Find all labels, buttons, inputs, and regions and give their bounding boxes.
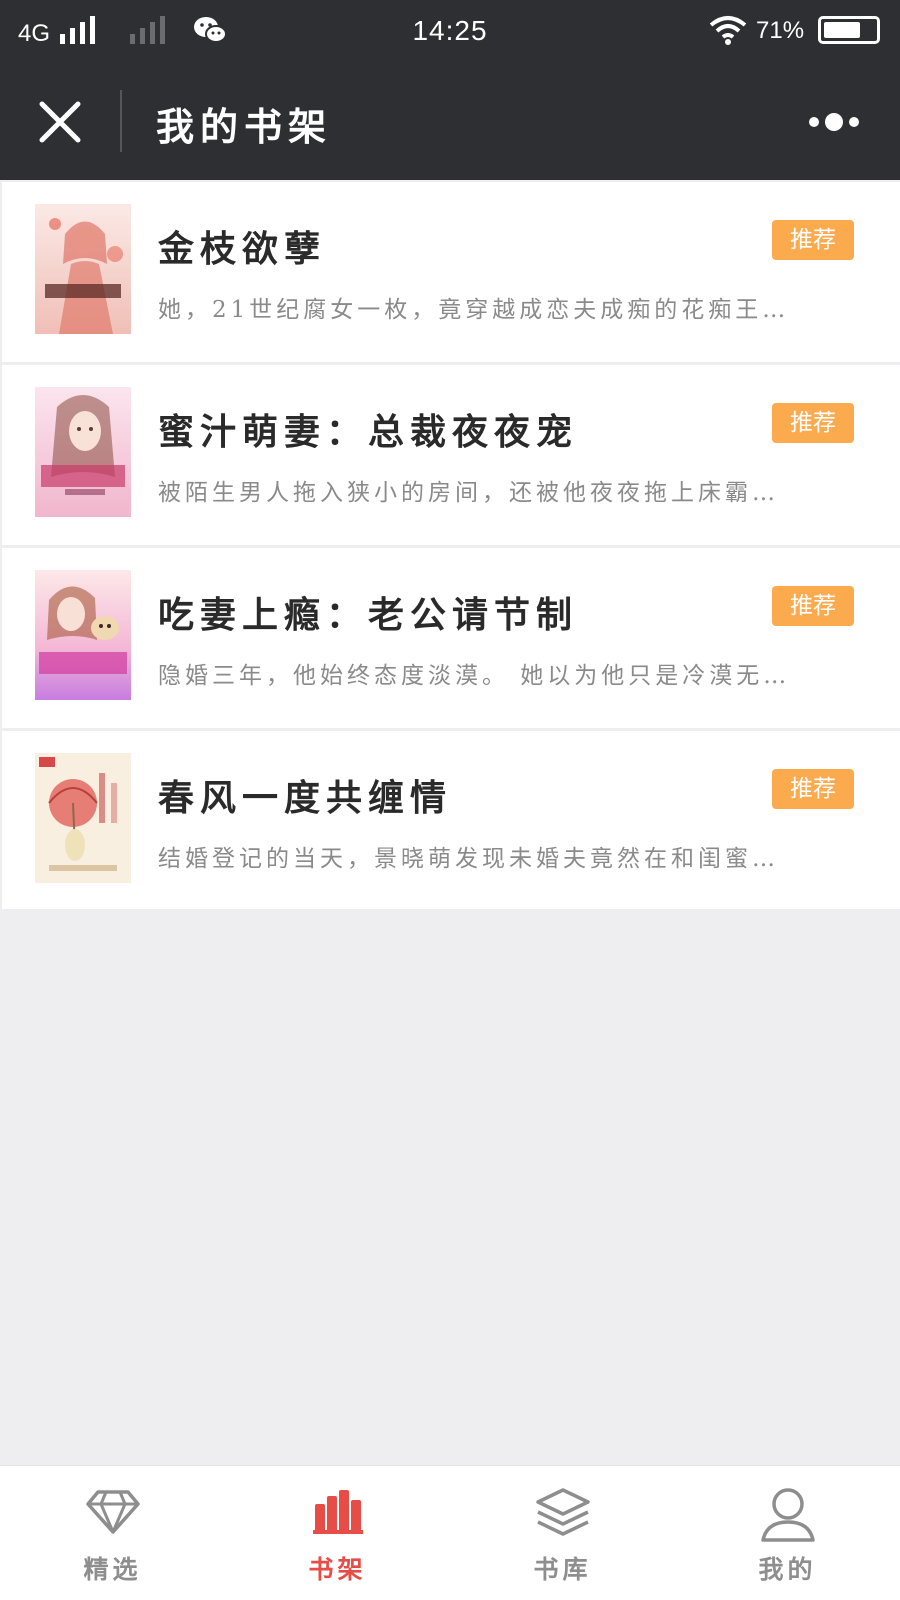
nav-tab-bookshelf[interactable]: 书架 (225, 1466, 450, 1600)
book-cover-image (35, 570, 131, 700)
recommend-badge: 推荐 (772, 403, 854, 443)
wifi-icon (709, 16, 747, 45)
book-description: 隐婚三年，他始终态度淡漠。 她以为他只是冷漠无… (158, 663, 791, 689)
battery-percent: 71% (756, 17, 805, 44)
layers-icon (535, 1488, 590, 1536)
person-icon (760, 1488, 815, 1542)
close-icon[interactable] (34, 96, 86, 148)
book-item[interactable]: 金枝欲孽 推荐 她，21世纪腐女一枚，竟穿越成恋夫成痴的花痴王… (2, 182, 900, 362)
nav-tab-library[interactable]: 书库 (450, 1466, 675, 1600)
nav-label: 精选 (83, 1555, 142, 1584)
bookshelf-list: 金枝欲孽 推荐 她，21世纪腐女一枚，竟穿越成恋夫成痴的花痴王… 蜜汁萌妻：总裁… (2, 182, 900, 909)
title-bar: 我的书架 (0, 62, 900, 180)
header-divider (120, 90, 122, 152)
nav-label: 我的 (758, 1555, 817, 1584)
book-title: 春风一度共缠情 (158, 777, 453, 819)
status-bar: 4G 14:25 71% (0, 0, 900, 62)
book-description: 被陌生男人拖入狭小的房间，还被他夜夜拖上床霸… (158, 480, 779, 506)
nav-label: 书库 (533, 1555, 592, 1584)
more-icon[interactable] (808, 106, 884, 138)
recommend-badge: 推荐 (772, 220, 854, 260)
book-description: 她，21世纪腐女一枚，竟穿越成恋夫成痴的花痴王… (158, 297, 790, 323)
bookshelf-icon (312, 1490, 363, 1534)
nav-tab-profile[interactable]: 我的 (675, 1466, 900, 1600)
diamond-icon (85, 1490, 140, 1534)
page-title: 我的书架 (156, 104, 333, 149)
bottom-navigation: 精选 书架 书库 我的 (0, 1465, 900, 1600)
recommend-badge: 推荐 (772, 769, 854, 809)
book-item[interactable]: 春风一度共缠情 推荐 结婚登记的当天，景晓萌发现未婚夫竟然在和闺蜜… (2, 731, 900, 909)
book-item[interactable]: 吃妻上瘾：老公请节制 推荐 隐婚三年，他始终态度淡漠。 她以为他只是冷漠无… (2, 548, 900, 728)
battery-icon (818, 16, 880, 44)
nav-tab-featured[interactable]: 精选 (0, 1466, 225, 1600)
book-description: 结婚登记的当天，景晓萌发现未婚夫竟然在和闺蜜… (158, 846, 779, 872)
book-title: 吃妻上瘾：老公请节制 (158, 594, 579, 636)
book-cover-image (35, 204, 131, 334)
book-title: 金枝欲孽 (158, 228, 327, 270)
recommend-badge: 推荐 (772, 586, 854, 626)
book-cover-image (35, 753, 131, 883)
nav-label: 书架 (308, 1555, 367, 1584)
book-item[interactable]: 蜜汁萌妻：总裁夜夜宠 推荐 被陌生男人拖入狭小的房间，还被他夜夜拖上床霸… (2, 365, 900, 545)
book-cover-image (35, 387, 131, 517)
book-title: 蜜汁萌妻：总裁夜夜宠 (158, 411, 579, 453)
